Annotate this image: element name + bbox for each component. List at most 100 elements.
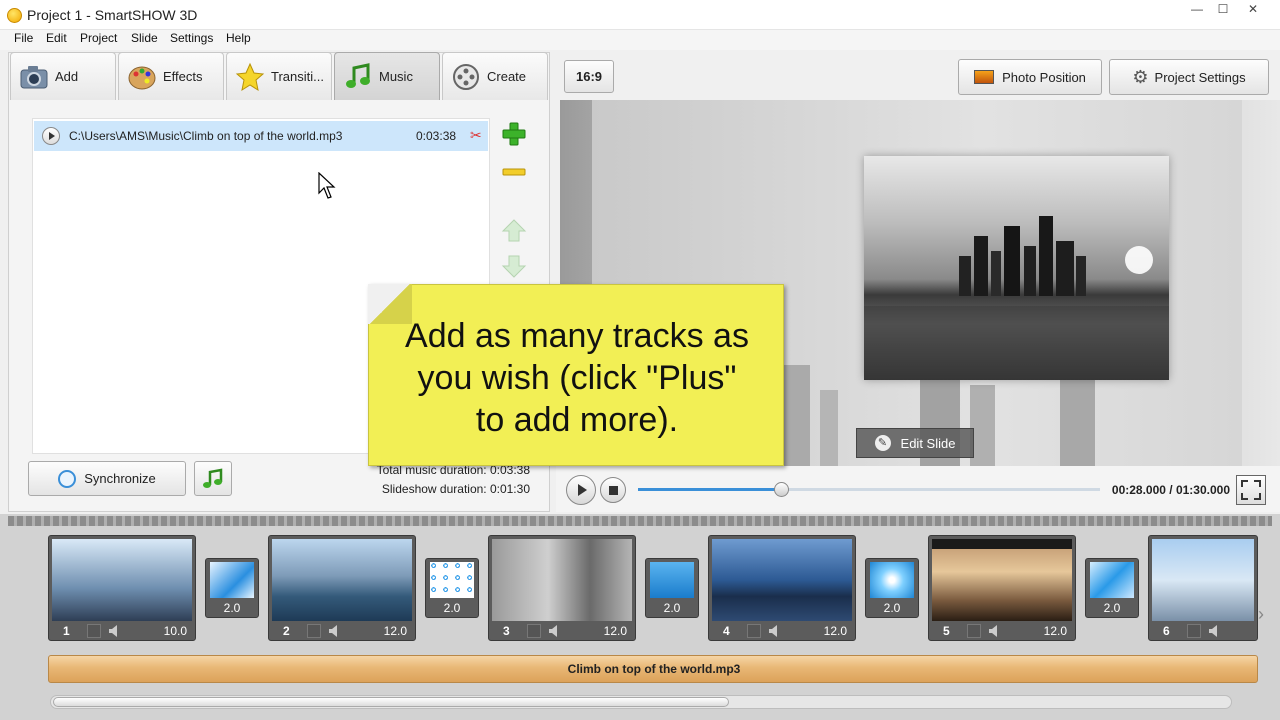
timeline-scrollbar[interactable] [50, 695, 1232, 709]
edit-slide-label: Edit Slide [900, 435, 956, 451]
callout-line-2: you wish (click "Plus" [417, 359, 737, 397]
transition-thumbnail[interactable]: 2.0 [205, 558, 259, 618]
play-button[interactable] [566, 475, 596, 505]
slide-number: 4 [723, 624, 730, 638]
edit-pencil-icon[interactable] [527, 624, 541, 638]
edit-pencil-icon[interactable] [967, 624, 981, 638]
speaker-icon[interactable] [547, 624, 559, 638]
stop-icon [608, 485, 618, 495]
close-button[interactable]: ✕ [1240, 0, 1266, 20]
tab-transitions-label: Transiti... [271, 69, 324, 84]
transition-thumbnail[interactable]: 2.0 [865, 558, 919, 618]
slide-number: 5 [943, 624, 950, 638]
slide-duration: 12.0 [823, 624, 847, 638]
remove-track-button[interactable] [499, 157, 529, 187]
tab-effects-label: Effects [163, 69, 203, 84]
music-library-button[interactable] [194, 461, 232, 496]
tab-create-label: Create [487, 69, 527, 84]
menu-edit[interactable]: Edit [46, 31, 67, 45]
slide-number: 3 [503, 624, 510, 638]
speaker-icon[interactable] [107, 624, 119, 638]
tab-add-label: Add [55, 69, 79, 84]
film-reel-icon [451, 62, 481, 92]
menu-file[interactable]: File [14, 31, 33, 45]
track-row[interactable]: C:\Users\AMS\Music\Climb on top of the w… [34, 121, 488, 151]
transition-duration: 2.0 [443, 601, 461, 615]
project-settings-button[interactable]: ⚙ Project Settings [1109, 59, 1269, 95]
aspect-ratio-button[interactable]: 16:9 [564, 60, 614, 93]
arrow-down-icon [501, 255, 527, 278]
scissors-icon[interactable]: ✂ [470, 127, 482, 144]
stop-button[interactable] [600, 477, 626, 503]
speaker-icon[interactable] [987, 624, 999, 638]
slide-thumbnail[interactable]: 5 12.0 [928, 535, 1076, 641]
menu-help[interactable]: Help [226, 31, 251, 45]
slide-image [52, 539, 192, 621]
play-track-icon[interactable] [42, 127, 60, 145]
fullscreen-button[interactable] [1236, 475, 1266, 505]
menu-slide[interactable]: Slide [131, 31, 158, 45]
fullscreen-icon [1241, 480, 1261, 500]
scroll-right-icon[interactable]: › [1258, 604, 1272, 624]
music-track-bar[interactable]: Climb on top of the world.mp3 [48, 655, 1258, 683]
synchronize-label: Synchronize [84, 471, 156, 486]
transition-thumbnail[interactable]: 2.0 [645, 558, 699, 618]
photo-position-button[interactable]: Photo Position [958, 59, 1102, 95]
tab-effects[interactable]: Effects [118, 52, 224, 100]
slide-number: 6 [1163, 624, 1170, 638]
slideshow-duration: Slideshow duration: 0:01:30 [381, 482, 530, 496]
slide-number: 1 [63, 624, 70, 638]
synchronize-button[interactable]: Synchronize [28, 461, 186, 496]
tab-create[interactable]: Create [442, 52, 548, 100]
slide-image [712, 539, 852, 621]
slide-thumbnail[interactable]: 6 [1148, 535, 1258, 641]
move-up-button[interactable] [499, 215, 529, 245]
palette-icon [127, 62, 157, 92]
maximize-button[interactable]: ☐ [1210, 0, 1236, 20]
slide-number: 2 [283, 624, 290, 638]
tab-transitions[interactable]: Transiti... [226, 52, 332, 100]
speaker-icon[interactable] [1207, 624, 1219, 638]
edit-pencil-icon[interactable] [87, 624, 101, 638]
transition-image [650, 562, 694, 598]
edit-pencil-icon[interactable] [747, 624, 761, 638]
arrow-up-icon [501, 219, 527, 242]
add-track-button[interactable] [499, 119, 529, 149]
minimize-button[interactable]: — [1184, 0, 1210, 20]
transition-thumbnail[interactable]: 2.0 [425, 558, 479, 618]
play-icon [578, 484, 587, 496]
tab-music[interactable]: Music [334, 52, 440, 100]
speaker-icon[interactable] [327, 624, 339, 638]
transition-image [870, 562, 914, 598]
slide-thumbnail[interactable]: 4 12.0 [708, 535, 856, 641]
slide-thumbnail[interactable]: 3 12.0 [488, 535, 636, 641]
music-note-icon [203, 468, 223, 488]
slide-duration: 12.0 [1043, 624, 1067, 638]
menu-settings[interactable]: Settings [170, 31, 213, 45]
menu-project[interactable]: Project [80, 31, 117, 45]
slide-thumbnail[interactable]: 1 10.0 [48, 535, 196, 641]
edit-slide-button[interactable]: ✎ Edit Slide [856, 428, 974, 458]
speaker-icon[interactable] [767, 624, 779, 638]
progress-fill [638, 488, 782, 491]
transition-thumbnail[interactable]: 2.0 [1085, 558, 1139, 618]
transition-duration: 2.0 [883, 601, 901, 615]
track-duration: 0:03:38 [416, 129, 457, 143]
tab-add[interactable]: Add [10, 52, 116, 100]
window-title: Project 1 - SmartSHOW 3D [27, 7, 198, 23]
plus-icon [502, 122, 526, 146]
tutorial-callout: Add as many tracks as you wish (click "P… [368, 284, 784, 466]
edit-pencil-icon[interactable] [1187, 624, 1201, 638]
mouse-cursor-icon [318, 172, 336, 199]
slide-duration: 12.0 [383, 624, 407, 638]
transition-duration: 2.0 [663, 601, 681, 615]
time-readout: 00:28.000 / 01:30.000 [1111, 483, 1230, 497]
pencil-icon: ✎ [874, 435, 891, 451]
music-note-icon [343, 62, 373, 92]
edit-pencil-icon[interactable] [307, 624, 321, 638]
slide-thumbnail[interactable]: 2 12.0 [268, 535, 416, 641]
progress-track[interactable] [638, 482, 1100, 497]
scrollbar-thumb[interactable] [53, 697, 729, 707]
project-settings-label: Project Settings [1154, 69, 1246, 85]
move-down-button[interactable] [499, 252, 529, 282]
